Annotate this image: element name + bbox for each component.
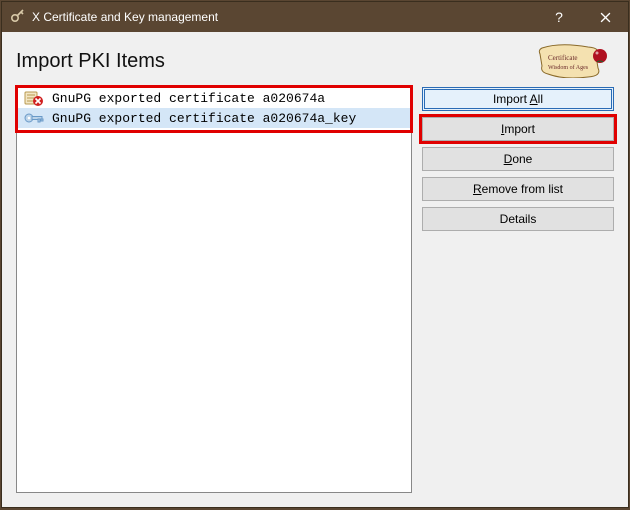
page-title: Import PKI Items — [16, 50, 165, 73]
app-window: X Certificate and Key management ? Impor… — [1, 1, 629, 508]
list-item[interactable]: GnuPG exported certificate a020674a_key — [18, 108, 410, 128]
button-label: Import All — [493, 92, 543, 106]
titlebar[interactable]: X Certificate and Key management ? — [2, 2, 628, 32]
button-label: Done — [504, 152, 533, 166]
list-item[interactable]: GnuPG exported certificate a020674a — [18, 88, 410, 108]
button-label: Details — [500, 212, 537, 226]
done-button[interactable]: Done — [422, 147, 614, 171]
details-button-wrap: Details — [422, 207, 614, 231]
list-item-label: GnuPG exported certificate a020674a_key — [52, 111, 356, 126]
import-all-button-wrap: Import All — [422, 87, 614, 111]
button-panel: Import All Import Done Remove — [422, 86, 614, 493]
remove-from-list-button[interactable]: Remove from list — [422, 177, 614, 201]
content-area: Import PKI Items Certificate Wisdom of A… — [2, 32, 628, 507]
xca-logo: Certificate Wisdom of Ages — [536, 44, 614, 78]
item-list[interactable]: GnuPG exported certificate a020674a GnuP… — [16, 86, 412, 493]
remove-button-wrap: Remove from list — [422, 177, 614, 201]
help-button[interactable]: ? — [536, 2, 582, 32]
button-label: Remove from list — [473, 182, 563, 196]
app-icon — [10, 9, 26, 25]
details-button[interactable]: Details — [422, 207, 614, 231]
import-all-button[interactable]: Import All — [422, 87, 614, 111]
certificate-error-icon — [22, 90, 46, 106]
key-icon — [22, 110, 46, 126]
window-title: X Certificate and Key management — [32, 10, 536, 24]
title-controls: ? — [536, 2, 628, 32]
close-button[interactable] — [582, 2, 628, 32]
import-button-wrap: Import — [422, 117, 614, 141]
main-row: GnuPG exported certificate a020674a GnuP… — [16, 86, 614, 493]
done-button-wrap: Done — [422, 147, 614, 171]
import-button[interactable]: Import — [422, 117, 614, 141]
svg-text:Certificate: Certificate — [548, 54, 578, 62]
list-item-label: GnuPG exported certificate a020674a — [52, 91, 325, 106]
button-label: Import — [501, 122, 535, 136]
svg-text:Wisdom of Ages: Wisdom of Ages — [548, 64, 589, 71]
header-row: Import PKI Items Certificate Wisdom of A… — [16, 42, 614, 80]
